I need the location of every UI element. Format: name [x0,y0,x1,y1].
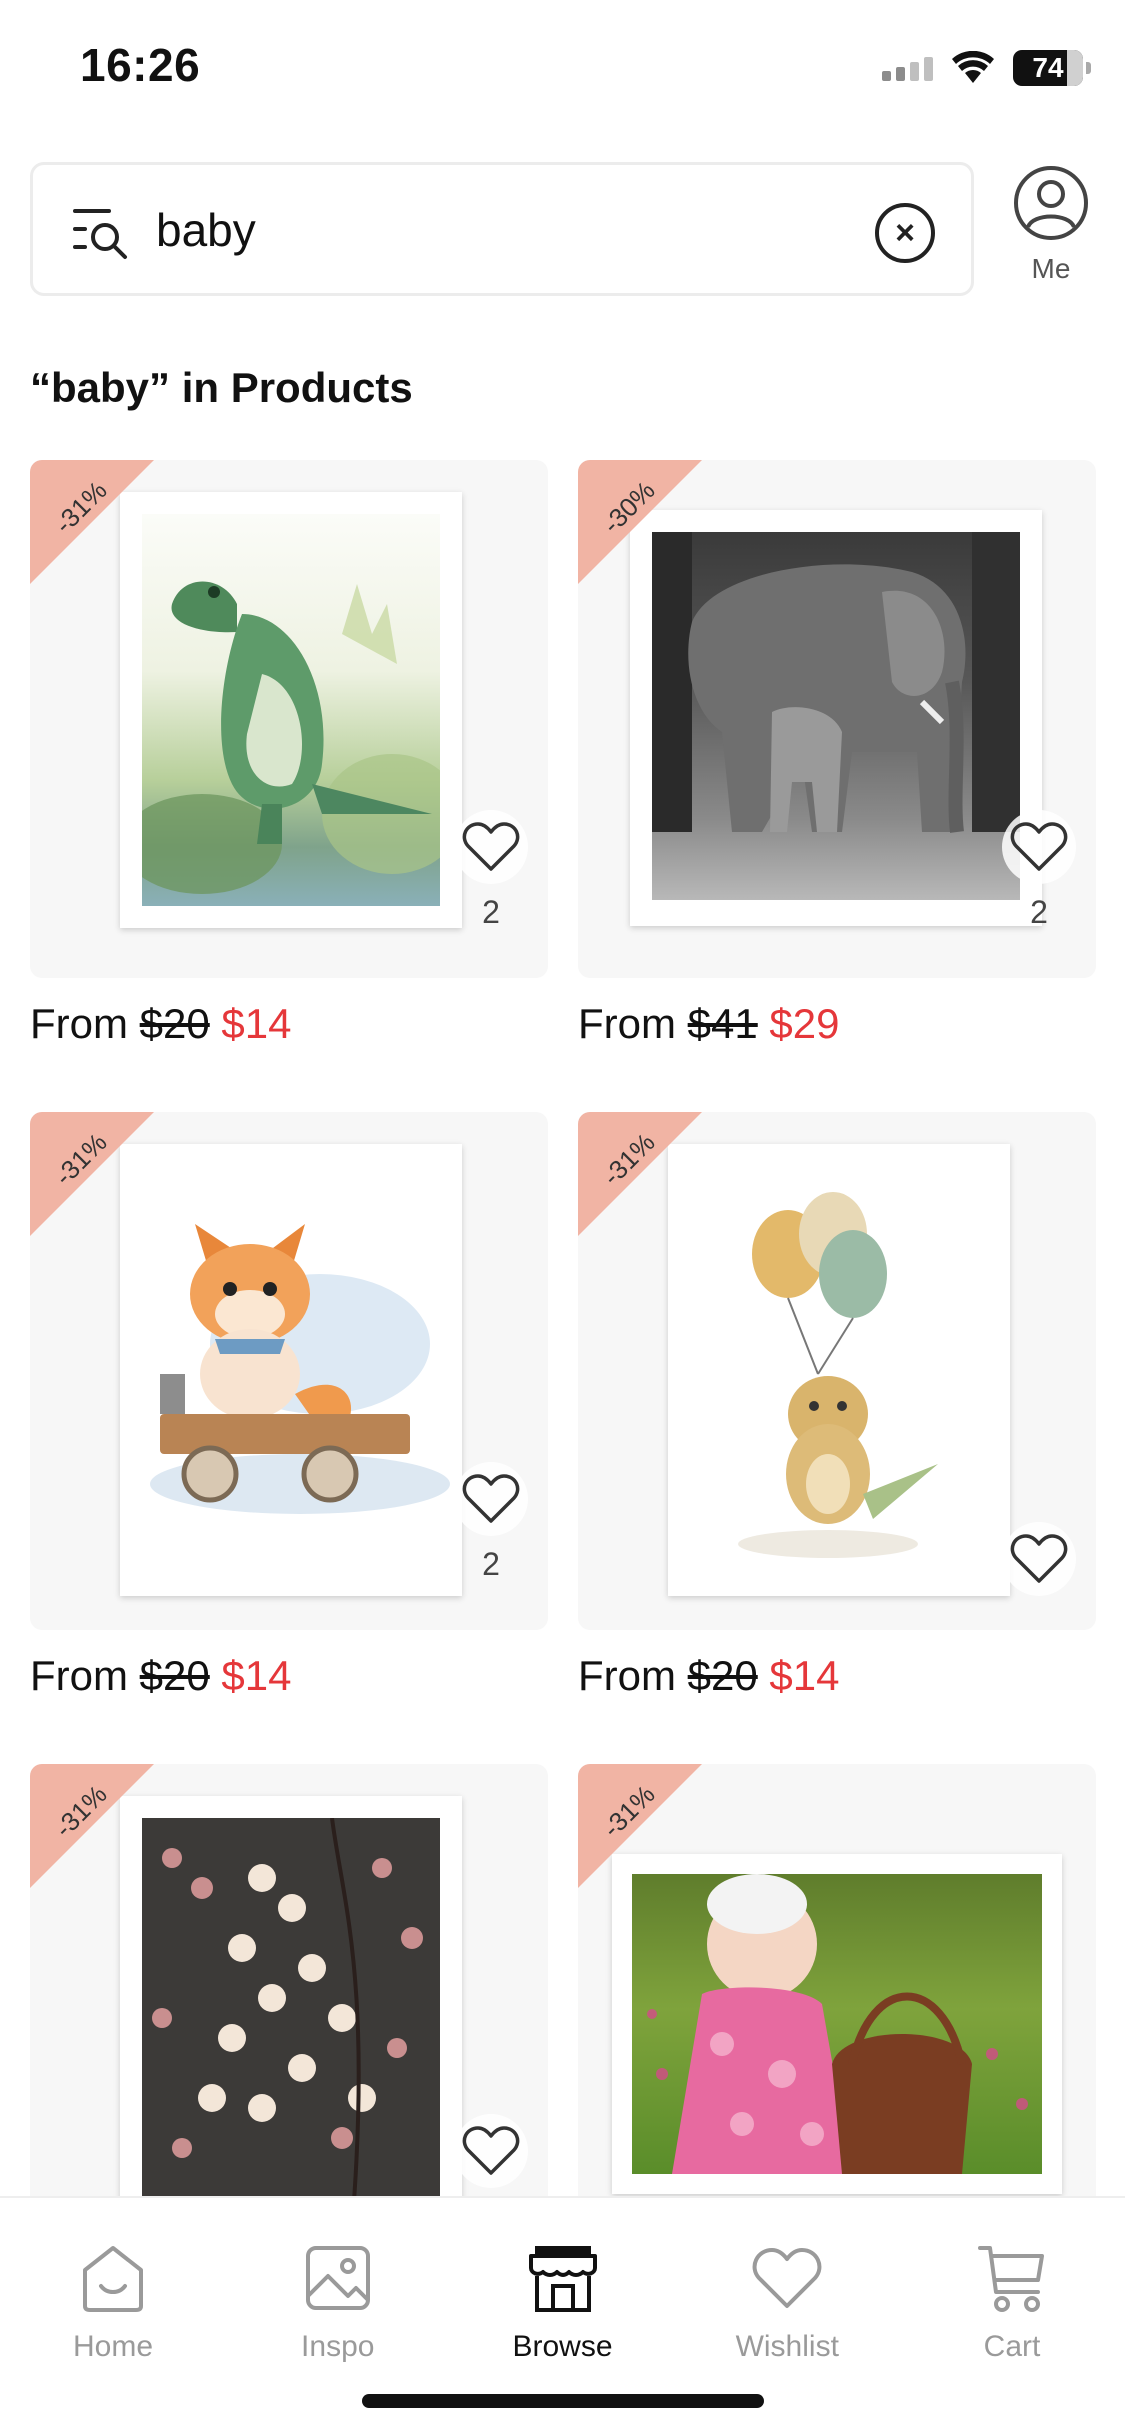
sale-price: $14 [769,1652,840,1699]
heart-icon[interactable] [454,810,528,884]
cart-icon [978,2246,1044,2312]
product-art [142,1818,440,2228]
price-prefix: From [30,1000,128,1047]
status-icons: 74 [882,46,1091,90]
product-image[interactable]: -31% 2 [30,1112,548,1630]
heart-icon [752,2248,822,2308]
like-count: 2 [1030,894,1048,930]
heart-icon[interactable] [1002,810,1076,884]
product-card[interactable]: -31% From $20 $14 [578,1112,1096,1700]
battery-icon: 74 [1013,50,1091,86]
heart-icon[interactable] [1002,1522,1076,1596]
product-image[interactable]: -31% 2 [30,460,548,978]
battery-level: 74 [1032,52,1064,83]
poster-frame [612,1854,1062,2194]
avatar-icon [1014,166,1088,240]
original-price: $20 [139,1652,210,1699]
like-count: 2 [482,1546,500,1582]
original-price: $20 [687,1652,758,1699]
poster-frame [120,1144,462,1596]
tab-cart[interactable]: Cart [923,2240,1101,2436]
like-control[interactable] [994,1522,1084,1630]
original-price: $41 [687,1000,758,1047]
tab-label: Browse [512,2330,613,2363]
heart-icon[interactable] [454,2114,528,2188]
product-card[interactable]: -30% 2 From $41 $29 [578,460,1096,1048]
like-count: 2 [482,894,500,930]
image-icon [305,2246,370,2310]
price-prefix: From [578,1652,676,1699]
sale-price: $14 [221,1000,292,1047]
product-image[interactable]: -31% [578,1112,1096,1630]
price-prefix: From [578,1000,676,1047]
like-control[interactable]: 2 [446,1462,536,1612]
search-input[interactable]: baby × [30,162,974,296]
sale-price: $29 [769,1000,840,1047]
cellular-signal-icon [882,55,933,81]
price-row: From $20 $14 [30,1000,548,1048]
poster-frame [668,1144,1010,1596]
me-button[interactable]: Me [1008,165,1094,295]
clear-search-icon[interactable]: × [875,203,935,263]
price-row: From $20 $14 [30,1652,548,1700]
sale-price: $14 [221,1652,292,1699]
home-indicator [362,2394,764,2408]
home-icon [83,2246,143,2312]
product-art [632,1874,1042,2174]
tab-label: Inspo [301,2330,375,2363]
product-art [668,1144,1010,1596]
tab-home[interactable]: Home [24,2240,202,2436]
product-art [142,514,440,906]
product-art [120,1144,462,1596]
tab-label: Cart [983,2330,1041,2363]
poster-frame [120,1796,462,2248]
search-filter-icon [73,209,127,259]
product-card[interactable]: -31% 2 From $20 $14 [30,1112,548,1700]
like-control[interactable]: 2 [994,810,1084,960]
price-row: From $41 $29 [578,1000,1096,1048]
status-time: 16:26 [80,39,201,91]
like-control[interactable]: 2 [446,810,536,960]
status-bar: 16:26 74 [0,0,1125,140]
price-prefix: From [30,1652,128,1699]
original-price: $20 [139,1000,210,1047]
product-art [652,532,1020,900]
tab-label: Home [72,2330,154,2363]
price-row: From $20 $14 [578,1652,1096,1700]
section-title: “baby” in Products [30,364,413,411]
heart-icon[interactable] [454,1462,528,1536]
wifi-icon [952,51,994,83]
search-query[interactable]: baby [156,203,256,257]
product-card[interactable]: -31% 2 From $20 $14 [30,460,548,1048]
store-icon [528,2246,597,2312]
product-image[interactable]: -30% 2 [578,460,1096,978]
me-label: Me [1031,253,1071,284]
tab-label: Wishlist [735,2330,839,2363]
poster-frame [120,492,462,928]
